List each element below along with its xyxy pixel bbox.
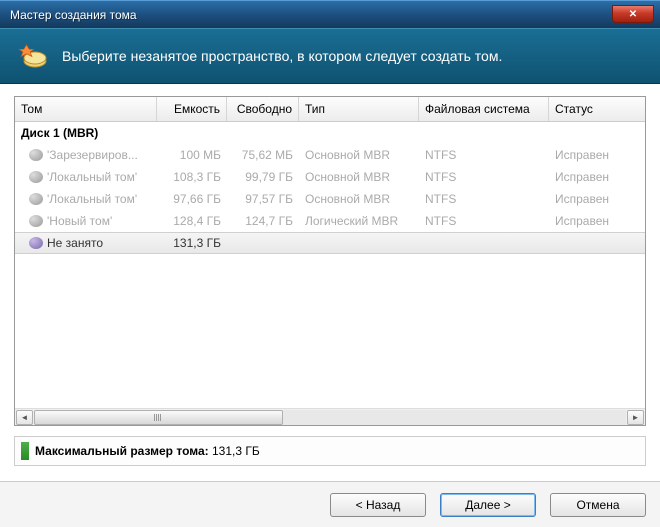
scroll-left-icon[interactable]: ◄ xyxy=(16,410,33,425)
row-name: 'Новый том' xyxy=(47,214,112,228)
table-row[interactable]: Не занято 131,3 ГБ xyxy=(15,232,645,254)
cancel-button[interactable]: Отмена xyxy=(550,493,646,517)
footer: < Назад Далее > Отмена xyxy=(0,481,660,527)
col-header-filesystem[interactable]: Файловая система xyxy=(419,97,549,121)
scroll-thumb[interactable] xyxy=(34,410,283,425)
max-size-label: Максимальный размер тома: xyxy=(35,444,209,458)
row-fs: NTFS xyxy=(419,214,549,228)
row-status: Исправен xyxy=(549,170,645,184)
col-header-free[interactable]: Свободно xyxy=(227,97,299,121)
volume-table: Том Емкость Свободно Тип Файловая систем… xyxy=(14,96,646,426)
col-header-status[interactable]: Статус xyxy=(549,97,645,121)
max-size-bar: Максимальный размер тома: 131,3 ГБ xyxy=(14,436,646,466)
row-name: 'Зарезервиров... xyxy=(47,148,138,162)
row-type: Основной MBR xyxy=(299,148,419,162)
disk-icon xyxy=(29,149,43,161)
scroll-right-icon[interactable]: ► xyxy=(627,410,644,425)
col-header-type[interactable]: Тип xyxy=(299,97,419,121)
table-body: Диск 1 (MBR) 'Зарезервиров... 100 МБ75,62… xyxy=(15,122,645,408)
scroll-track[interactable] xyxy=(34,410,626,425)
row-free: 124,7 ГБ xyxy=(227,214,299,228)
row-type: Основной MBR xyxy=(299,170,419,184)
row-capacity: 100 МБ xyxy=(157,148,227,162)
disk-icon xyxy=(29,215,43,227)
disk-icon xyxy=(29,193,43,205)
row-type: Основной MBR xyxy=(299,192,419,206)
next-button[interactable]: Далее > xyxy=(440,493,536,517)
row-type: Логический MBR xyxy=(299,214,419,228)
banner: Выберите незанятое пространство, в котор… xyxy=(0,28,660,84)
row-capacity: 128,4 ГБ xyxy=(157,214,227,228)
row-capacity: 97,66 ГБ xyxy=(157,192,227,206)
row-status: Исправен xyxy=(549,192,645,206)
wizard-icon xyxy=(18,43,48,69)
row-capacity: 131,3 ГБ xyxy=(157,236,227,250)
col-header-capacity[interactable]: Емкость xyxy=(157,97,227,121)
row-fs: NTFS xyxy=(419,192,549,206)
row-fs: NTFS xyxy=(419,170,549,184)
disk-icon xyxy=(29,237,43,249)
banner-text: Выберите незанятое пространство, в котор… xyxy=(62,48,502,64)
table-row[interactable]: 'Локальный том' 108,3 ГБ99,79 ГБОсновной … xyxy=(15,166,645,188)
content-area: Том Емкость Свободно Тип Файловая систем… xyxy=(0,84,660,474)
row-free: 99,79 ГБ xyxy=(227,170,299,184)
col-header-name[interactable]: Том xyxy=(15,97,157,121)
disk-group-label: Диск 1 (MBR) xyxy=(15,122,645,144)
row-status: Исправен xyxy=(549,148,645,162)
row-name: 'Локальный том' xyxy=(47,192,137,206)
close-icon: ✕ xyxy=(629,9,637,20)
table-header: Том Емкость Свободно Тип Файловая систем… xyxy=(15,97,645,122)
row-fs: NTFS xyxy=(419,148,549,162)
back-button[interactable]: < Назад xyxy=(330,493,426,517)
titlebar: Мастер создания тома ✕ xyxy=(0,0,660,28)
max-size-value: 131,3 ГБ xyxy=(212,444,260,458)
row-status: Исправен xyxy=(549,214,645,228)
row-free: 97,57 ГБ xyxy=(227,192,299,206)
table-row[interactable]: 'Локальный том' 97,66 ГБ97,57 ГБОсновной … xyxy=(15,188,645,210)
table-row[interactable]: 'Зарезервиров... 100 МБ75,62 МБОсновной M… xyxy=(15,144,645,166)
row-free: 75,62 МБ xyxy=(227,148,299,162)
window-title: Мастер создания тома xyxy=(10,8,137,22)
row-name: 'Локальный том' xyxy=(47,170,137,184)
close-button[interactable]: ✕ xyxy=(612,5,654,23)
row-name: Не занято xyxy=(47,236,103,250)
size-indicator-icon xyxy=(21,442,29,460)
horizontal-scrollbar[interactable]: ◄ ► xyxy=(15,408,645,425)
table-row[interactable]: 'Новый том' 128,4 ГБ124,7 ГБЛогический MB… xyxy=(15,210,645,232)
row-capacity: 108,3 ГБ xyxy=(157,170,227,184)
disk-icon xyxy=(29,171,43,183)
